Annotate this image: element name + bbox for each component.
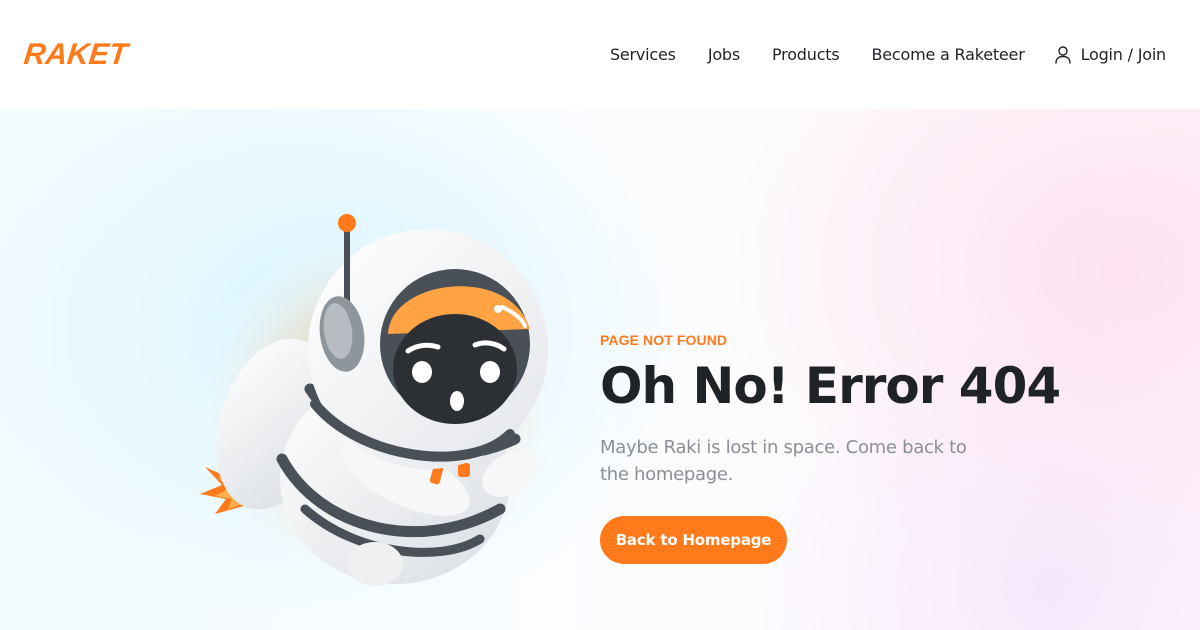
error-content: PAGE NOT FOUND Oh No! Error 404 Maybe Ra… <box>600 332 1070 564</box>
error-eyebrow: PAGE NOT FOUND <box>600 332 728 348</box>
error-subtitle: Maybe Raki is lost in space. Come back t… <box>600 437 967 485</box>
login-join-link[interactable]: Login / Join <box>1054 45 1167 64</box>
nav-link-become-raketeer[interactable]: Become a Raketeer <box>872 45 1025 64</box>
site-header: RAKET Services Jobs Products Become a Ra… <box>0 0 1200 109</box>
raket-logo[interactable]: RAKET <box>22 38 129 72</box>
astronaut-illustration <box>195 214 565 589</box>
nav-link-jobs[interactable]: Jobs <box>708 45 740 64</box>
nav-link-products[interactable]: Products <box>772 45 840 64</box>
main-nav: Services Jobs Products Become a Raketeer… <box>610 45 1166 64</box>
user-icon <box>1054 45 1071 64</box>
back-to-homepage-button[interactable]: Back to Homepage <box>600 516 787 564</box>
login-join-label: Login / Join <box>1080 45 1167 64</box>
error-title: Oh No! Error 404 <box>600 357 1061 415</box>
error-hero: PAGE NOT FOUND Oh No! Error 404 Maybe Ra… <box>0 109 1200 630</box>
nav-link-services[interactable]: Services <box>610 45 676 64</box>
